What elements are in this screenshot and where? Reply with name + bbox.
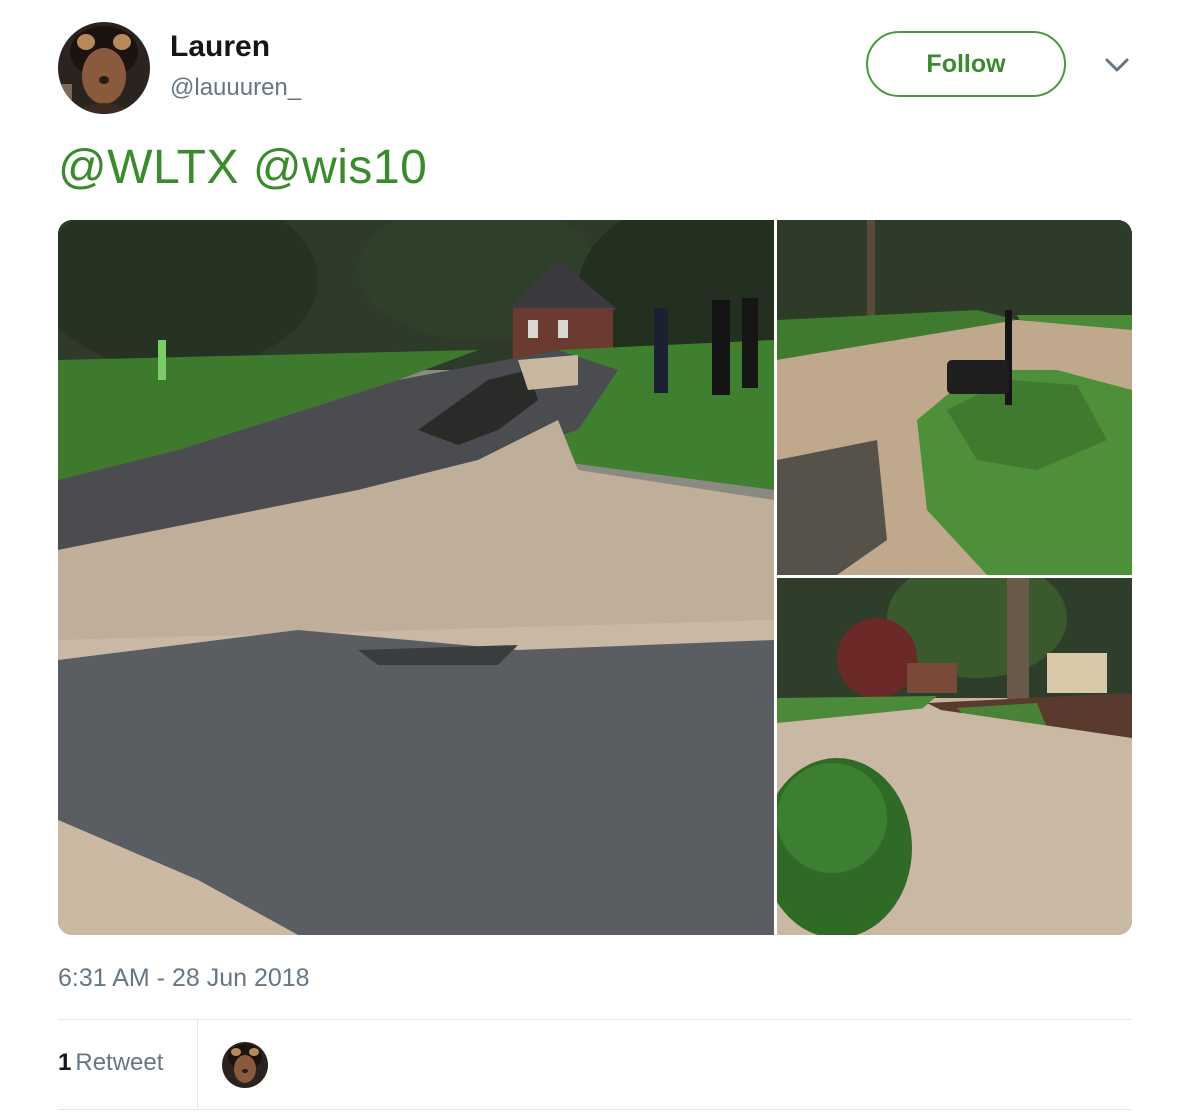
retweeter-avatar[interactable] — [222, 1042, 268, 1088]
stats-divider-vertical — [197, 1020, 198, 1109]
tweet-timestamp[interactable]: 6:31 AM - 28 Jun 2018 — [58, 964, 310, 993]
tweet-text: @WLTX @wis10 — [58, 140, 427, 195]
photo-mailbox-flood[interactable] — [777, 220, 1132, 575]
stats-divider-bottom — [58, 1109, 1132, 1110]
photo-flooded-street[interactable] — [58, 220, 774, 935]
photo-yard-flood[interactable] — [777, 578, 1132, 935]
mention-link-wltx[interactable]: @WLTX — [58, 141, 239, 194]
retweet-count[interactable]: 1 Retweet — [58, 1049, 163, 1077]
avatar[interactable] — [58, 22, 150, 114]
author-name[interactable]: Lauren — [170, 30, 270, 64]
retweet-count-label: Retweet — [75, 1049, 164, 1076]
author-handle[interactable]: @lauuuren_ — [170, 74, 301, 102]
chevron-down-icon[interactable] — [1102, 52, 1132, 78]
stats-divider-top — [58, 1019, 1132, 1020]
retweet-count-value: 1 — [58, 1049, 72, 1076]
follow-button[interactable]: Follow — [866, 31, 1066, 97]
mention-link-wis10[interactable]: @wis10 — [253, 141, 427, 194]
media-grid — [58, 220, 1132, 935]
